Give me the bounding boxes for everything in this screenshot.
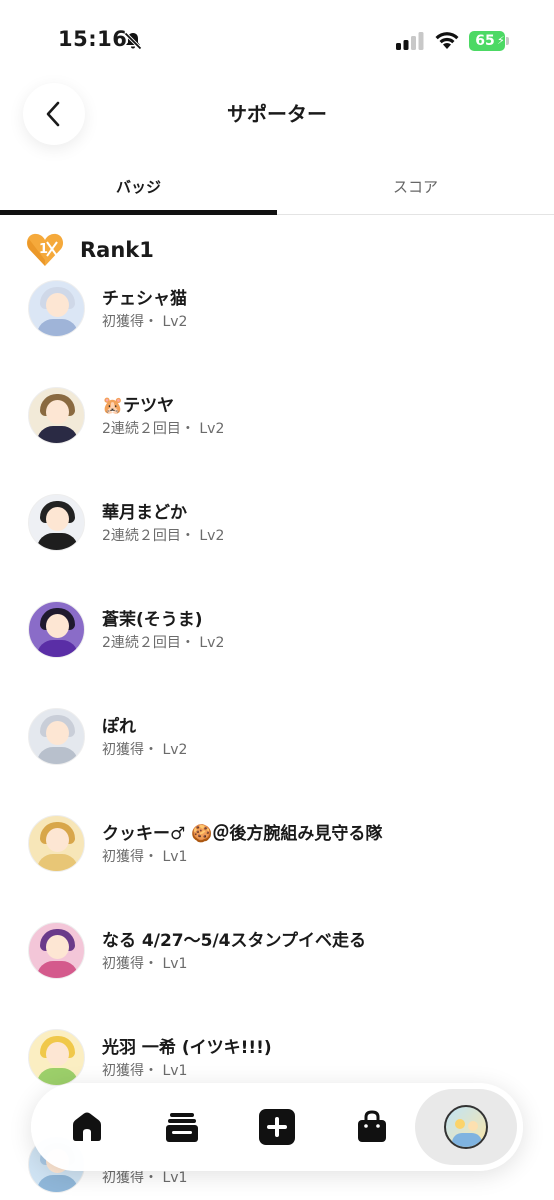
supporter-name: チェシャ猫: [102, 289, 187, 309]
tab-bar: バッジ スコア: [0, 165, 554, 215]
supporter-name: ぽれ: [102, 717, 136, 737]
rank-label: Rank1: [80, 238, 154, 262]
nav-cards-button[interactable]: [154, 1099, 210, 1155]
rank-heart-badge-icon: 1: [26, 233, 64, 266]
profile-avatar: [444, 1105, 488, 1149]
supporter-detail: 初獲得・ Lv1: [102, 849, 188, 865]
wifi-icon: [435, 32, 459, 49]
nav-shop-button[interactable]: [344, 1099, 400, 1155]
home-icon: [73, 1112, 101, 1141]
battery-indicator: 65 ⚡: [469, 31, 509, 51]
supporter-detail: 初獲得・ Lv2: [102, 742, 188, 758]
avatar: [28, 1029, 85, 1086]
list-item[interactable]: チェシャ猫 初獲得・ Lv2: [0, 280, 554, 387]
supporter-detail: 2連続２回目・ Lv2: [102, 528, 225, 544]
bottom-navigation: [31, 1083, 523, 1171]
list-item[interactable]: 華月まどか 2連続２回目・ Lv2: [0, 494, 554, 601]
signal-icon: [396, 32, 424, 50]
avatar: [28, 922, 85, 979]
stack-icon: [166, 1113, 198, 1142]
avatar: [28, 280, 85, 337]
supporter-detail: 2連続２回目・ Lv2: [102, 635, 225, 651]
active-tab-indicator: [0, 210, 277, 215]
supporter-name: 華月まどか: [102, 503, 187, 523]
supporter-detail: 初獲得・ Lv1: [102, 1063, 188, 1079]
avatar: [28, 708, 85, 765]
bell-off-icon: [124, 32, 142, 50]
list-item[interactable]: 🐹テツヤ 2連続２回目・ Lv2: [0, 387, 554, 494]
status-bar: 15:16 65 ⚡: [0, 0, 554, 84]
nav-profile-button[interactable]: [415, 1089, 517, 1165]
supporter-name: クッキー♂ 🍪＠後方腕組み見守る隊: [102, 824, 383, 844]
avatar: [28, 601, 85, 658]
list-item[interactable]: ぽれ 初獲得・ Lv2: [0, 708, 554, 815]
charging-bolt-icon: ⚡: [497, 34, 505, 47]
supporter-name: 光羽 一希 (イツキ!!!): [102, 1038, 272, 1058]
rank-heading: 1 Rank1: [25, 230, 154, 270]
nav-home-button[interactable]: [59, 1099, 115, 1155]
supporter-name: 蒼茉(そうま): [102, 610, 203, 630]
avatar: [28, 815, 85, 872]
avatar: [28, 387, 85, 444]
status-time: 15:16: [58, 27, 128, 51]
tab-score[interactable]: スコア: [277, 165, 554, 215]
supporter-name: 🐹テツヤ: [102, 396, 175, 416]
page-title: サポーター: [227, 102, 327, 126]
list-item[interactable]: なる 4/27〜5/4スタンプイベ走る 初獲得・ Lv1: [0, 922, 554, 1029]
bag-icon: [358, 1110, 386, 1142]
list-item[interactable]: 蒼茉(そうま) 2連続２回目・ Lv2: [0, 601, 554, 708]
supporter-detail: 初獲得・ Lv2: [102, 314, 188, 330]
nav-add-button[interactable]: [249, 1099, 305, 1155]
supporter-detail: 初獲得・ Lv1: [102, 956, 188, 972]
supporter-detail: 2連続２回目・ Lv2: [102, 421, 225, 437]
list-item[interactable]: クッキー♂ 🍪＠後方腕組み見守る隊 初獲得・ Lv1: [0, 815, 554, 922]
tab-badge[interactable]: バッジ: [0, 165, 277, 215]
avatar: [28, 494, 85, 551]
supporter-name: なる 4/27〜5/4スタンプイベ走る: [102, 931, 366, 951]
plus-square-icon: [259, 1109, 295, 1145]
